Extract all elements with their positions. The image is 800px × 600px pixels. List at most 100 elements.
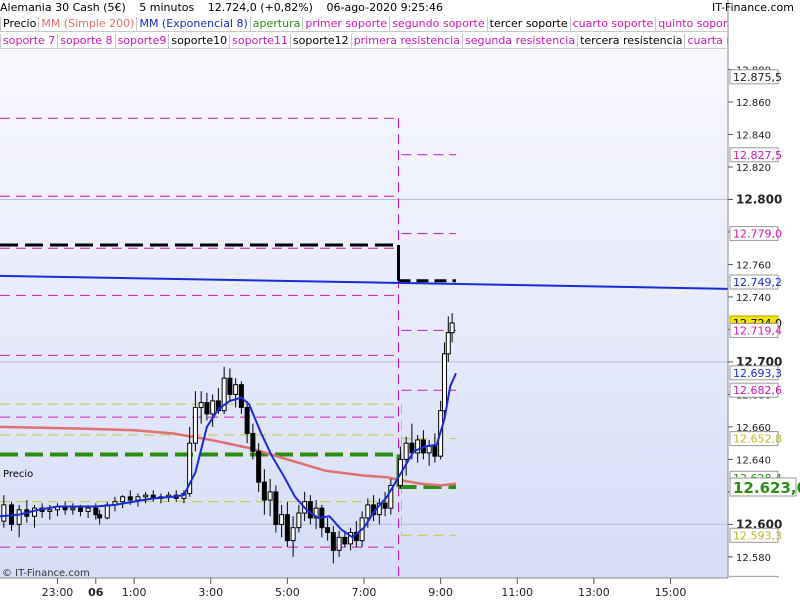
candle-body [382, 502, 388, 509]
candle-body [279, 514, 285, 525]
candle-body [70, 507, 76, 511]
legend-item-0[interactable]: Precio [0, 17, 40, 32]
price-label-text: 12.719,4 [733, 324, 782, 337]
candle-body [273, 491, 279, 525]
y-tick-label-15: 12.580 [736, 553, 771, 564]
price-label-1: 12.827,5 [729, 147, 782, 163]
legend-item-6[interactable]: tercer soporte [486, 17, 571, 32]
price-label-text: 12.827,5 [733, 149, 782, 162]
candle-body [204, 402, 210, 415]
price-label-text: 12.682,6 [733, 384, 782, 397]
price-chart[interactable]: 12.88012.86012.84012.82012.80012.78012.7… [0, 0, 800, 600]
candle-body [238, 384, 244, 408]
price-label-5: 12.719,4 [729, 322, 782, 338]
legend-item-row2-0[interactable]: soporte 7 [0, 34, 59, 49]
y-tick-label-7: 12.740 [736, 293, 771, 304]
price-label-text: 12.693,3 [733, 367, 782, 380]
candle-body [192, 406, 198, 444]
y-tick-label-2: 12.840 [736, 130, 771, 141]
watermark: © IT-Finance.com [2, 568, 90, 579]
candle-body [250, 432, 256, 452]
candle-body [426, 445, 432, 454]
candle-body [233, 384, 239, 395]
y-tick-label-3: 12.820 [736, 163, 771, 174]
price-label-11: 12.593,3 [729, 527, 782, 543]
candle-body [143, 494, 149, 498]
y-tick-label-4: 12.800 [736, 192, 782, 206]
legend-item-8[interactable]: quinto soporte [655, 17, 728, 32]
candle-body [244, 406, 250, 434]
y-tick-label-12: 12.640 [736, 455, 771, 466]
legend-item-1[interactable]: MM (Simple 200) [38, 17, 138, 32]
legend-item-2[interactable]: MM (Exponencial 8) [136, 17, 251, 32]
candle-body [85, 507, 91, 512]
legend-item-row2-9[interactable]: cuarta resistencia [684, 34, 728, 49]
x-tick-label-7: 11:00 [501, 586, 533, 599]
candle-body [449, 322, 455, 334]
price-label-text: 12.652,8 [733, 433, 782, 446]
candle-body [210, 400, 216, 415]
candle-body [432, 445, 438, 457]
instrument-name: Alemania 30 Cash (5€) [0, 1, 126, 14]
candle-body [127, 496, 133, 501]
candle-body [93, 507, 99, 516]
legend-row-1: Precio MM (Simple 200) MM (Exponencial 8) a… [0, 17, 728, 33]
y-tick-label-6: 12.760 [736, 260, 771, 271]
legend-item-row2-8[interactable]: tercera resistencia [577, 34, 686, 49]
candle-body [1, 504, 7, 522]
legend-item-5[interactable]: segundo soporte [389, 17, 488, 32]
x-tick-label-1: 06 [88, 586, 104, 599]
x-tick-label-0: 23:00 [42, 586, 74, 599]
price-label-8: 12.652,8 [729, 431, 782, 447]
legend-item-row2-6[interactable]: primera resistencia [350, 34, 463, 49]
candle-body [31, 507, 37, 517]
price-label-text: 12.779,0 [733, 228, 782, 241]
candle-body [227, 377, 233, 395]
legend-item-4[interactable]: primer soporte [302, 17, 391, 32]
legend-item-row2-3[interactable]: soporte10 [168, 34, 231, 49]
x-tick-label-8: 13:00 [578, 586, 610, 599]
candle-body [325, 527, 331, 534]
price-label-2: 12.779,0 [729, 226, 782, 242]
legend-item-7[interactable]: cuarto soporte [569, 17, 657, 32]
candle-body [330, 532, 336, 551]
legend-item-row2-7[interactable]: segunda resistencia [461, 34, 579, 49]
timeframe: 5 minutos [139, 1, 195, 14]
legend-item-row2-5[interactable]: soporte12 [289, 34, 352, 49]
plot-background [0, 50, 728, 578]
legend-item-row2-1[interactable]: soporte 8 [57, 34, 116, 49]
candle-body [261, 481, 267, 501]
brand-name: IT-Finance.com [712, 1, 794, 14]
candle-body [104, 504, 110, 519]
price-label-3: 12.749,2 [729, 274, 782, 290]
title-bar: Alemania 30 Cash (5€) 5 minutos 12.724,0… [0, 1, 728, 16]
candle-body [120, 496, 126, 503]
last-price: 12.724,0 (+0,82%) [207, 1, 313, 14]
x-tick-label-4: 5:00 [275, 586, 300, 599]
candle-body [77, 507, 83, 512]
chart-window: 12.88012.86012.84012.82012.80012.78012.7… [0, 0, 800, 600]
candle-body [336, 536, 342, 551]
price-label-text: 12.593,3 [733, 529, 782, 542]
candle-body [256, 450, 262, 483]
candle-body [403, 442, 409, 460]
legend-item-3[interactable]: apertura [249, 17, 304, 32]
price-label-6: 12.693,3 [729, 365, 782, 381]
datetime: 06-ago-2020 9:25:46 [326, 1, 443, 14]
x-tick-label-3: 3:00 [198, 586, 223, 599]
legend-item-row2-2[interactable]: soporte9 [114, 34, 170, 49]
candle-body [284, 514, 290, 542]
x-tick-label-9: 15:00 [655, 586, 687, 599]
price-label-0: 12.875,5 [729, 69, 782, 85]
candle-body [296, 512, 302, 529]
candle-body [445, 332, 451, 355]
precio-label: Precio [3, 469, 34, 480]
candle-body [135, 496, 141, 501]
candle-body [342, 536, 348, 545]
x-tick-label-6: 9:00 [428, 586, 453, 599]
price-label-10: 12.623,0 [729, 477, 800, 497]
candle-body [441, 353, 447, 412]
x-tick-label-2: 1:00 [122, 586, 147, 599]
legend-item-row2-4[interactable]: soporte11 [229, 34, 291, 49]
candle-body [47, 509, 53, 512]
